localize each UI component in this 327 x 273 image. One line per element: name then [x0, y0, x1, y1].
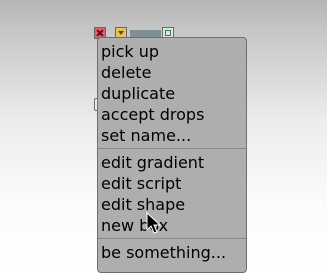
menu-item-set-name[interactable]: set name...: [101, 125, 246, 146]
menu-item-edit-shape[interactable]: edit shape: [101, 194, 246, 215]
menu-item-duplicate[interactable]: duplicate: [101, 83, 246, 104]
menu-item-edit-script[interactable]: edit script: [101, 173, 246, 194]
menu-item-pick-up[interactable]: pick up: [101, 41, 246, 62]
menu-item-new-box[interactable]: new box: [101, 215, 246, 236]
menu-item-accept-drops[interactable]: accept drops: [101, 104, 246, 125]
menu-separator: [98, 148, 246, 149]
menu-item-edit-gradient[interactable]: edit gradient: [101, 152, 246, 173]
menu-item-be-something[interactable]: be something...: [101, 242, 246, 263]
context-menu: pick up delete duplicate accept drops se…: [97, 37, 247, 273]
menu-item-delete[interactable]: delete: [101, 62, 246, 83]
menu-separator: [98, 238, 246, 239]
menu-items: pick up delete duplicate accept drops se…: [98, 41, 246, 263]
